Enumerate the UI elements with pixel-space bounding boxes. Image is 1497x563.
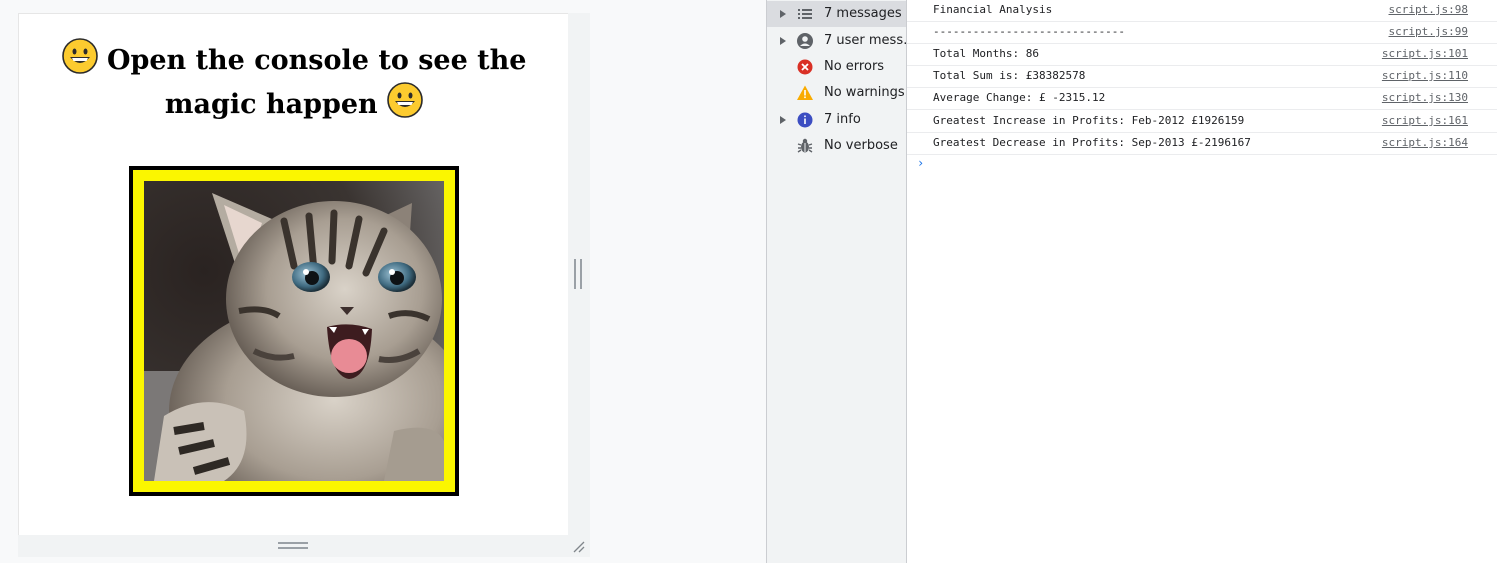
- console-message: ----------------------------- script.js:…: [907, 22, 1497, 44]
- page-heading: Open the console to see the magic happen: [19, 38, 569, 126]
- console-prompt-input[interactable]: ›: [917, 156, 924, 170]
- browser-window: Open the console to see the magic happen: [0, 0, 1497, 563]
- source-link[interactable]: script.js:164: [1382, 136, 1468, 149]
- page-viewport: Open the console to see the magic happen: [18, 13, 568, 535]
- console-message: Greatest Decrease in Profits: Sep-2013 £…: [907, 133, 1497, 155]
- expand-arrow-icon[interactable]: [780, 37, 786, 45]
- console-message: Financial Analysis script.js:98: [907, 0, 1497, 22]
- sidebar-item-label: No errors: [824, 59, 885, 74]
- console-message-text: Total Months: 86: [933, 47, 1039, 60]
- sidebar-item-label: 7 info: [824, 112, 861, 127]
- console-message: Total Months: 86 script.js:101: [907, 44, 1497, 66]
- bug-icon: [797, 138, 813, 153]
- sidebar-item-errors[interactable]: No errors: [767, 54, 906, 80]
- grinning-face-emoji-icon: [387, 82, 423, 118]
- sidebar-item-messages[interactable]: 7 messages: [767, 1, 906, 27]
- console-message-text: Average Change: £ -2315.12: [933, 91, 1106, 104]
- expand-arrow-icon[interactable]: [780, 10, 786, 18]
- console-message: Greatest Increase in Profits: Feb-2012 £…: [907, 111, 1497, 133]
- console-message-text: Total Sum is: £38382578: [933, 69, 1086, 82]
- info-icon: [797, 112, 813, 128]
- source-link[interactable]: script.js:101: [1382, 47, 1468, 60]
- sidebar-item-warnings[interactable]: No warnings: [767, 80, 906, 106]
- sidebar-item-label: 7 messages: [824, 6, 902, 21]
- console-sidebar: 7 messages 7 user mess… No errors: [767, 0, 907, 563]
- horizontal-resize-handle[interactable]: [278, 542, 308, 549]
- console-message-text: -----------------------------: [933, 25, 1126, 38]
- source-link[interactable]: script.js:110: [1382, 69, 1468, 82]
- console-message-text: Financial Analysis: [933, 3, 1053, 16]
- kitten-image-frame: [129, 166, 459, 496]
- devtools-panel: 7 messages 7 user mess… No errors: [766, 0, 1497, 563]
- console-message-text: Greatest Decrease in Profits: Sep-2013 £…: [933, 136, 1251, 149]
- list-icon: [798, 9, 812, 19]
- sidebar-item-label: No warnings: [824, 85, 905, 100]
- source-link[interactable]: script.js:98: [1389, 3, 1468, 16]
- console-message: Total Sum is: £38382578 script.js:110: [907, 66, 1497, 88]
- console-message: Average Change: £ -2315.12 script.js:130: [907, 88, 1497, 110]
- sidebar-item-user-messages[interactable]: 7 user mess…: [767, 28, 906, 54]
- corner-resize-icon[interactable]: [570, 538, 586, 554]
- source-link[interactable]: script.js:161: [1382, 114, 1468, 127]
- kitten-photo: [144, 181, 444, 481]
- source-link[interactable]: script.js:130: [1382, 91, 1468, 104]
- console-message-text: Greatest Increase in Profits: Feb-2012 £…: [933, 114, 1245, 127]
- vertical-resize-handle[interactable]: [574, 259, 582, 289]
- user-icon: [797, 33, 813, 49]
- grinning-face-emoji-icon: [61, 38, 98, 74]
- console-output: Financial Analysis script.js:98 --------…: [907, 0, 1497, 563]
- error-icon: [797, 59, 813, 75]
- source-link[interactable]: script.js:99: [1389, 25, 1468, 38]
- warning-icon: [797, 85, 813, 100]
- sidebar-item-label: No verbose: [824, 138, 898, 153]
- sidebar-item-label: 7 user mess…: [824, 33, 906, 48]
- heading-text: Open the console to see the magic happen: [106, 45, 527, 120]
- sidebar-item-info[interactable]: 7 info: [767, 107, 906, 133]
- sidebar-item-verbose[interactable]: No verbose: [767, 133, 906, 159]
- expand-arrow-icon[interactable]: [780, 116, 786, 124]
